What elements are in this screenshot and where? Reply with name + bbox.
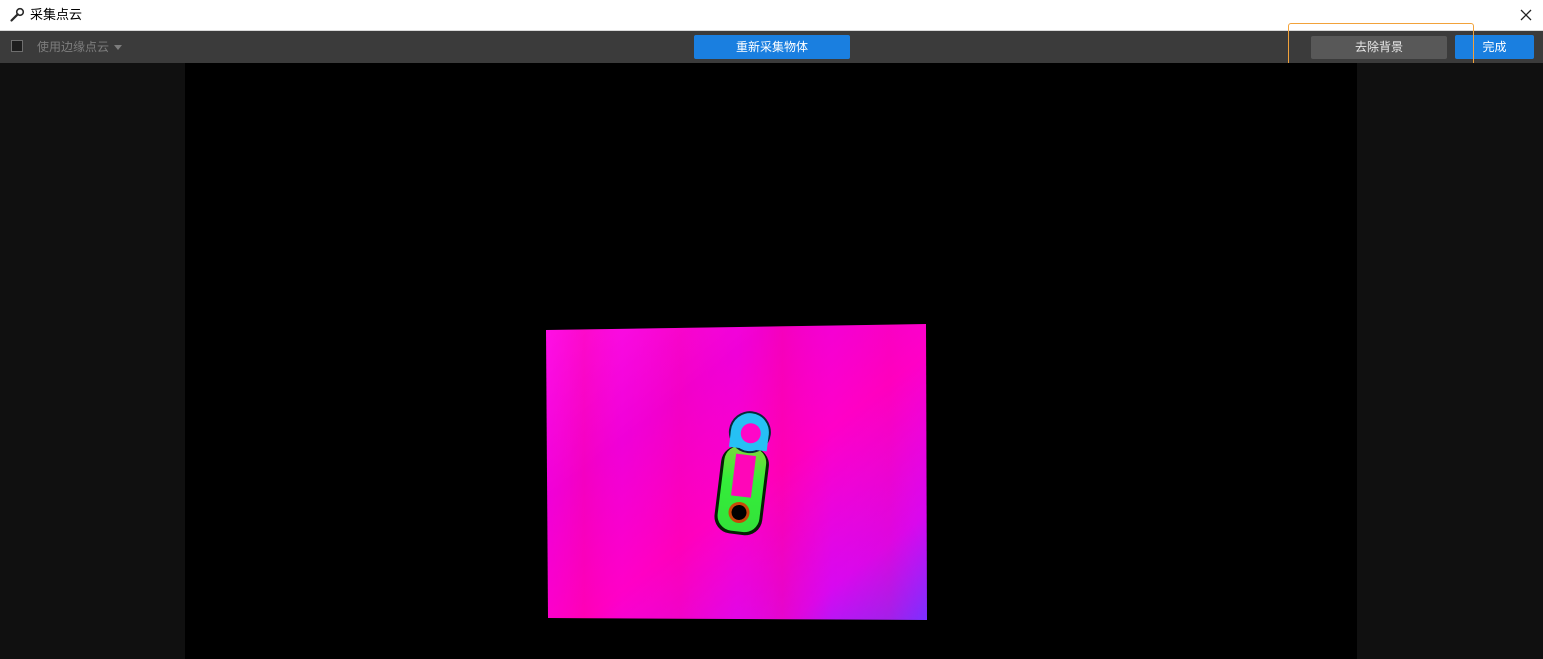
wrench-icon <box>9 7 25 23</box>
done-button[interactable]: 完成 <box>1455 35 1534 59</box>
recapture-object-button[interactable]: 重新采集物体 <box>694 35 850 59</box>
edge-point-cloud-checkbox[interactable] <box>11 40 23 52</box>
close-button[interactable] <box>1509 0 1543 30</box>
edge-point-cloud-label: 使用边缘点云 <box>37 40 110 54</box>
title-bar: 采集点云 <box>0 0 1543 31</box>
window-title: 采集点云 <box>30 8 83 23</box>
toolbar: 使用边缘点云 重新采集物体 去除背景 完成 <box>0 31 1543 63</box>
viewport-canvas <box>185 63 1357 659</box>
remove-background-button[interactable]: 去除背景 <box>1311 36 1447 59</box>
point-cloud-render <box>546 324 927 620</box>
chevron-down-icon[interactable] <box>114 45 122 50</box>
point-cloud-viewport[interactable] <box>0 63 1543 659</box>
close-icon <box>1520 6 1532 25</box>
